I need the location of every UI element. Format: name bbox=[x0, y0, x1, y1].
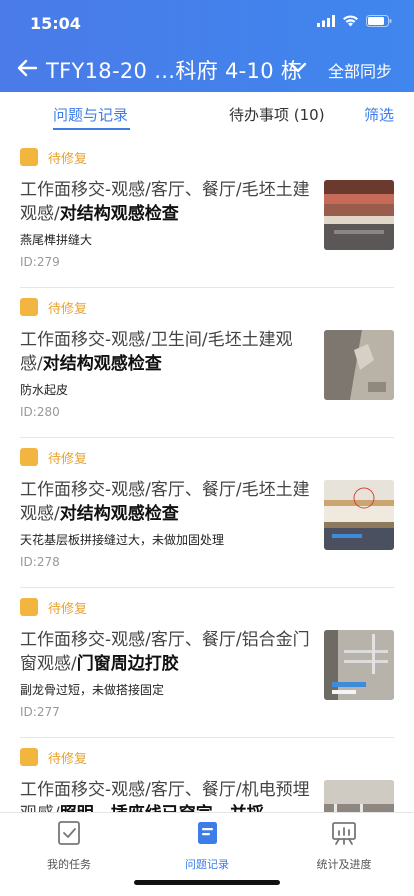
record-id: ID:279 bbox=[20, 255, 60, 269]
status-chip bbox=[20, 748, 38, 766]
status-chip bbox=[20, 148, 38, 166]
record-list[interactable]: 待修复 工作面移交-观感/客厅、餐厅/毛坯土建观感/对结构观感检查 燕尾榫拼缝大… bbox=[0, 138, 414, 812]
signal-icon bbox=[317, 15, 335, 27]
notebook-icon bbox=[198, 822, 217, 844]
status-icons bbox=[317, 15, 392, 27]
record-description: 防水起皮 bbox=[20, 383, 69, 397]
battery-icon bbox=[366, 15, 392, 27]
home-indicator bbox=[134, 880, 280, 885]
record-photo-thumbnail[interactable] bbox=[324, 480, 394, 550]
filter-button[interactable]: 筛选 bbox=[364, 104, 394, 125]
tab-issues-records[interactable]: 问题与记录 bbox=[53, 104, 128, 125]
tabbar-item-my-tasks[interactable]: 我的任务 bbox=[24, 819, 114, 872]
record-id: ID:278 bbox=[20, 555, 60, 569]
record-description: 燕尾榫拼缝大 bbox=[20, 233, 93, 247]
tab-active-indicator bbox=[53, 128, 130, 130]
wifi-icon bbox=[343, 15, 358, 27]
segment-tabs: 问题与记录 待办事项 (10) 筛选 bbox=[0, 92, 414, 138]
back-arrow-icon[interactable] bbox=[14, 54, 42, 82]
record-card[interactable]: 待修复 工作面移交-观感/客厅、餐厅/毛坯土建观感/对结构观感检查 燕尾榫拼缝大… bbox=[0, 138, 414, 288]
chevron-down-icon[interactable] bbox=[288, 59, 308, 77]
record-card[interactable]: 待修复 工作面移交-观感/客厅、餐厅/机电预埋观感/照明、插座线已穿完，并採 bbox=[0, 738, 414, 812]
status-chip bbox=[20, 598, 38, 616]
record-title: 工作面移交-观感/客厅、餐厅/毛坯土建观感/对结构观感检查 bbox=[20, 180, 310, 224]
record-photo-thumbnail[interactable] bbox=[324, 780, 394, 812]
tabbar-item-stats-progress[interactable]: 统计及进度 bbox=[299, 819, 389, 872]
record-title: 工作面移交-观感/卫生间/毛坯土建观感/对结构观感检查 bbox=[20, 330, 293, 374]
status-text: 待修复 bbox=[48, 752, 88, 767]
record-title: 工作面移交-观感/客厅、餐厅/铝合金门窗观感/门窗周边打胶 bbox=[20, 630, 310, 674]
status-chip bbox=[20, 448, 38, 466]
record-description: 天花基层板拼接缝过大，未做加固处理 bbox=[20, 533, 225, 547]
record-card[interactable]: 待修复 工作面移交-观感/客厅、餐厅/铝合金门窗观感/门窗周边打胶 副龙骨过短，… bbox=[0, 588, 414, 738]
record-title: 工作面移交-观感/客厅、餐厅/毛坯土建观感/对结构观感检查 bbox=[20, 480, 310, 524]
nav-bar: TFY18-20 …科府 4-10 栋 全部同步 bbox=[0, 48, 414, 88]
status-text: 待修复 bbox=[48, 152, 88, 167]
status-text: 待修复 bbox=[48, 452, 88, 467]
tabbar-label: 统计及进度 bbox=[316, 858, 372, 871]
record-title: 工作面移交-观感/客厅、餐厅/机电预埋观感/照明、插座线已穿完，并採 bbox=[20, 780, 310, 812]
status-chip bbox=[20, 298, 38, 316]
record-photo-thumbnail[interactable] bbox=[324, 330, 394, 400]
status-bar: 15:04 bbox=[0, 0, 414, 44]
status-text: 待修复 bbox=[48, 602, 88, 617]
record-id: ID:277 bbox=[20, 705, 60, 719]
status-time: 15:04 bbox=[30, 14, 81, 33]
tab-todo[interactable]: 待办事项 (10) bbox=[229, 104, 325, 125]
record-photo-thumbnail[interactable] bbox=[324, 630, 394, 700]
sync-all-button[interactable]: 全部同步 bbox=[328, 58, 392, 82]
record-card[interactable]: 待修复 工作面移交-观感/客厅、餐厅/毛坯土建观感/对结构观感检查 天花基层板拼… bbox=[0, 438, 414, 588]
record-id: ID:280 bbox=[20, 405, 60, 419]
status-text: 待修复 bbox=[48, 302, 88, 317]
app-header: 15:04 TFY18-20 …科府 4-10 栋 全部同步 bbox=[0, 0, 414, 92]
record-photo-thumbnail[interactable] bbox=[324, 180, 394, 250]
tabbar-label: 问题记录 bbox=[185, 858, 229, 871]
project-title[interactable]: TFY18-20 …科府 4-10 栋 bbox=[46, 55, 302, 85]
stats-board-icon bbox=[332, 822, 356, 845]
tabbar-item-issue-records[interactable]: 问题记录 bbox=[162, 819, 252, 872]
record-description: 副龙骨过短，未做搭接固定 bbox=[20, 683, 165, 697]
record-card[interactable]: 待修复 工作面移交-观感/卫生间/毛坯土建观感/对结构观感检查 防水起皮 ID:… bbox=[0, 288, 414, 438]
checklist-icon bbox=[58, 821, 80, 845]
tabbar-label: 我的任务 bbox=[47, 858, 91, 871]
